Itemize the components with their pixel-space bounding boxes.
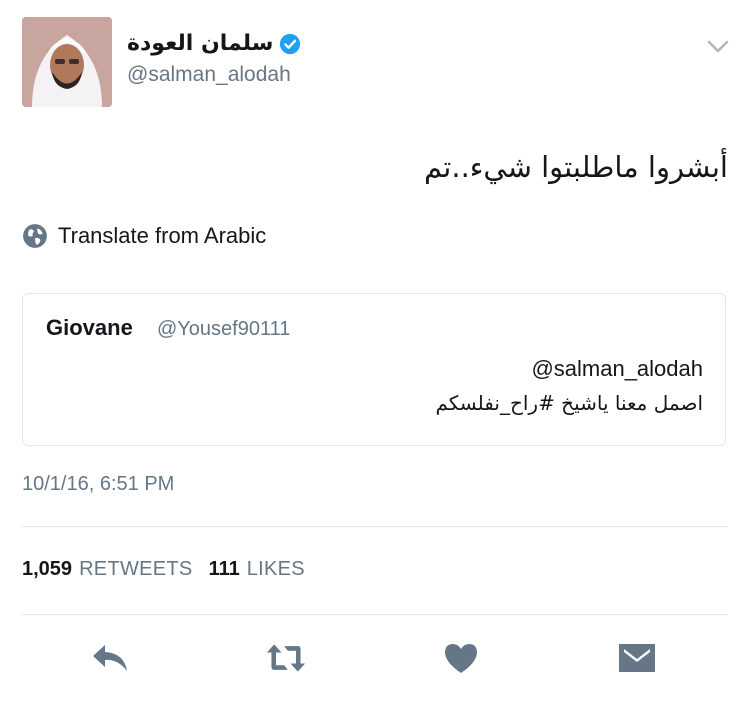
tweet-text: أبشروا ماطلبتوا شيء..تم	[423, 150, 728, 184]
divider	[22, 614, 728, 615]
quoted-tweet-mention[interactable]: @salman_alodah	[531, 356, 703, 382]
likes-label[interactable]: LIKES	[247, 558, 305, 581]
globe-icon	[23, 224, 47, 248]
translate-link[interactable]: Translate from Arabic	[22, 220, 266, 252]
tweet-timestamp: 10/1/16, 6:51 PM	[22, 473, 175, 495]
retweets-label[interactable]: RETWEETS	[79, 558, 193, 581]
retweet-button[interactable]	[266, 640, 306, 676]
avatar-image	[22, 17, 112, 107]
like-button[interactable]	[441, 640, 481, 676]
quoted-tweet-name: Giovane	[46, 315, 133, 340]
divider	[22, 526, 728, 527]
translate-label: Translate from Arabic	[58, 223, 267, 248]
quoted-tweet-card[interactable]: Giovane @Yousef90111 @salman_alodah اصمل…	[22, 293, 726, 446]
message-icon	[619, 644, 655, 672]
reply-icon	[93, 645, 127, 671]
chevron-down-icon[interactable]	[705, 36, 731, 56]
likes-count[interactable]: 111	[209, 558, 240, 581]
user-handle[interactable]: @salman_alodah	[127, 63, 291, 87]
retweets-count[interactable]: 1,059	[22, 558, 72, 581]
retweet-icon	[266, 644, 306, 672]
quoted-tweet-handle: @Yousef90111	[157, 318, 291, 340]
reply-button[interactable]	[90, 640, 130, 676]
tweet-stats: 1,059 RETWEETS 111 LIKES	[22, 558, 305, 581]
like-icon	[445, 644, 477, 673]
message-button[interactable]	[617, 640, 657, 676]
quoted-tweet-text: اصمل معنا ياشيخ #راح_نفلسكم	[435, 391, 703, 415]
verified-badge-icon	[279, 33, 301, 55]
avatar[interactable]	[22, 17, 112, 107]
display-name[interactable]: سلمان العودة	[127, 31, 273, 56]
